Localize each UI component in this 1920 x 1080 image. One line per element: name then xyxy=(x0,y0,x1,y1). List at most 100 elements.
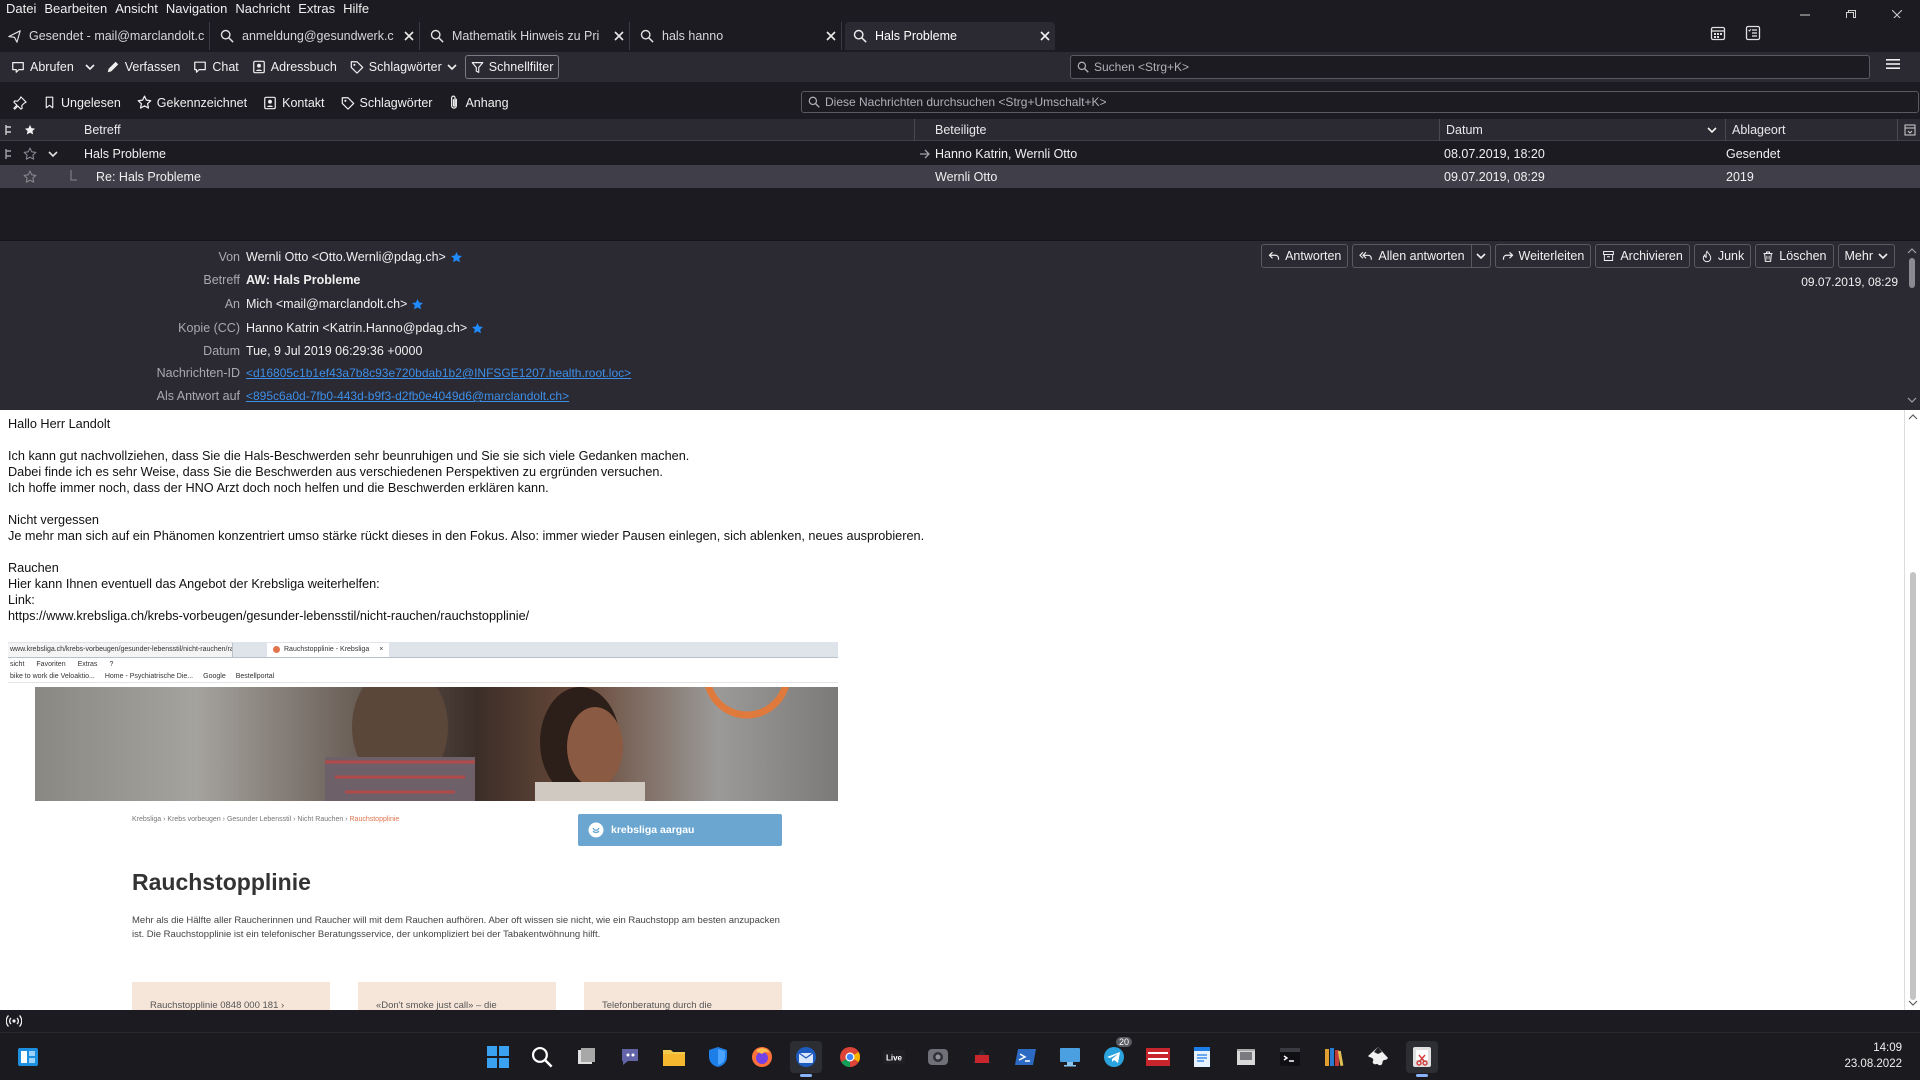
archive-app-button[interactable] xyxy=(1230,1041,1262,1073)
menu-extras[interactable]: Extras xyxy=(296,0,341,18)
menu-hilfe[interactable]: Hilfe xyxy=(341,0,375,18)
filter-contact-button[interactable]: Kontakt xyxy=(258,91,329,115)
thread-column-toggle[interactable] xyxy=(4,119,22,141)
menu-datei[interactable]: Datei xyxy=(4,0,42,18)
header-cc-label: Kopie (CC) xyxy=(178,321,240,335)
camera-app-button[interactable] xyxy=(922,1041,954,1073)
thunderbird-icon xyxy=(796,1047,816,1067)
body-link[interactable]: https://www.krebsliga.ch/krebs-vorbeugen… xyxy=(8,608,924,624)
thread-row-selected[interactable]: Re: Hals Probleme Wernli Otto 09.07.2019… xyxy=(0,165,1920,188)
widgets-button[interactable] xyxy=(12,1041,44,1073)
terminal-button[interactable] xyxy=(1274,1041,1306,1073)
tab-search-anmeldung[interactable]: anmeldung@gesundwerk.c xyxy=(212,22,420,50)
star-icon[interactable] xyxy=(450,251,463,264)
telegram-button[interactable]: 20 xyxy=(1098,1037,1133,1073)
tab-search-hals-probleme[interactable]: Hals Probleme xyxy=(845,22,1055,50)
menu-bearbeiten[interactable]: Bearbeiten xyxy=(42,0,113,18)
task-view-icon xyxy=(578,1048,595,1064)
quick-filter-search-input[interactable]: Diese Nachrichten durchsuchen <Strg+Umsc… xyxy=(801,91,1919,113)
menu-ansicht[interactable]: Ansicht xyxy=(113,0,164,18)
books-app-button[interactable] xyxy=(1318,1041,1350,1073)
forward-button[interactable]: Weiterleiten xyxy=(1494,244,1592,268)
thunderbird-button[interactable] xyxy=(790,1041,822,1077)
reply-all-button[interactable]: Allen antworten xyxy=(1352,244,1472,268)
tab-label: Mathematik Hinweis zu Pri xyxy=(452,29,600,43)
quick-filter-search-placeholder: Diese Nachrichten durchsuchen <Strg+Umsc… xyxy=(825,95,1107,109)
tab-close-button[interactable] xyxy=(821,26,841,46)
notepad-app-button[interactable] xyxy=(1186,1041,1218,1073)
live-app-button[interactable]: Live xyxy=(878,1041,910,1073)
app-menu-button[interactable] xyxy=(1885,57,1901,71)
thread-twisty[interactable] xyxy=(48,142,66,165)
embedded-fav: Google xyxy=(203,672,226,680)
star-toggle[interactable] xyxy=(23,165,41,188)
column-subject[interactable]: Betreff xyxy=(44,119,914,141)
star-column-header[interactable] xyxy=(24,119,42,141)
header-to-value[interactable]: Mich <mail@marclandolt.ch> xyxy=(246,297,424,311)
header-scrollbar[interactable] xyxy=(1904,244,1920,406)
column-location[interactable]: Ablageort xyxy=(1725,119,1897,141)
body-scrollbar[interactable] xyxy=(1904,410,1920,1010)
firefox-button[interactable] xyxy=(746,1041,778,1073)
reply-button[interactable]: Antworten xyxy=(1261,244,1349,268)
task-view-button[interactable] xyxy=(570,1041,602,1073)
system-clock[interactable]: 14:09 23.08.2022 xyxy=(1844,1040,1902,1072)
snipping-tool-button[interactable] xyxy=(1406,1041,1438,1077)
column-correspondents[interactable]: Beteiligte xyxy=(914,119,1439,141)
column-date[interactable]: Datum xyxy=(1439,119,1725,141)
online-status-icon[interactable] xyxy=(6,1014,22,1028)
star-icon[interactable] xyxy=(471,322,484,335)
tab-search-hals-hanno[interactable]: hals hanno xyxy=(632,22,842,50)
column-picker-button[interactable] xyxy=(1897,119,1920,141)
chat-button[interactable]: Chat xyxy=(188,55,243,79)
star-icon[interactable] xyxy=(411,298,424,311)
filter-unread-button[interactable]: Ungelesen xyxy=(38,91,126,115)
menu-navigation[interactable]: Navigation xyxy=(164,0,233,18)
chrome-button[interactable] xyxy=(834,1041,866,1073)
get-messages-button[interactable]: Abrufen xyxy=(6,55,79,79)
file-explorer-button[interactable] xyxy=(658,1041,690,1073)
inkscape-button[interactable] xyxy=(1362,1041,1394,1073)
more-button[interactable]: Mehr xyxy=(1837,244,1895,268)
krebsliga-favicon xyxy=(273,646,280,653)
tab-close-button[interactable] xyxy=(1035,26,1055,46)
calendar-button[interactable] xyxy=(1710,25,1726,41)
filter-tags-button[interactable]: Schlagwörter xyxy=(336,91,438,115)
junk-button[interactable]: Junk xyxy=(1693,244,1752,268)
red-app-button[interactable] xyxy=(966,1041,998,1073)
defender-button[interactable] xyxy=(702,1041,734,1073)
tab-close-button[interactable] xyxy=(609,26,629,46)
menu-nachricht[interactable]: Nachricht xyxy=(233,0,296,18)
tab-sent[interactable]: Gesendet - mail@marclandolt.c xyxy=(0,22,210,50)
star-outline-icon xyxy=(23,147,37,160)
powershell-button[interactable] xyxy=(1010,1041,1042,1073)
in-reply-to-link[interactable]: <895c6a0d-7fb0-443d-b9f3-d2fb0e4049d6@ma… xyxy=(246,389,569,403)
reply-all-icon xyxy=(1359,251,1373,260)
start-button[interactable] xyxy=(482,1041,514,1073)
voice-app-button[interactable] xyxy=(1142,1041,1174,1073)
thread-row[interactable]: Hals Probleme Hanno Katrin, Wernli Otto … xyxy=(0,142,1920,165)
quick-filter-toggle[interactable]: Schnellfilter xyxy=(464,55,560,79)
star-toggle[interactable] xyxy=(23,142,41,165)
filter-attachment-button[interactable]: Anhang xyxy=(443,91,513,115)
get-messages-dropdown[interactable] xyxy=(82,55,98,79)
header-from-value[interactable]: Wernli Otto <Otto.Wernli@pdag.ch> xyxy=(246,250,463,264)
tags-button[interactable]: Schlagwörter xyxy=(345,55,462,79)
tab-search-mathematik[interactable]: Mathematik Hinweis zu Pri xyxy=(422,22,630,50)
filter-starred-button[interactable]: Gekennzeichnet xyxy=(132,91,252,115)
taskbar-search-button[interactable] xyxy=(526,1041,558,1073)
embedded-tab-title: Rauchstopplinie - Krebsliga xyxy=(284,646,370,653)
message-id-link[interactable]: <d16805c1b1ef43a7b8c93e720bdab1b2@INFSGE… xyxy=(246,366,631,380)
tab-close-button[interactable] xyxy=(399,26,419,46)
teams-chat-button[interactable] xyxy=(614,1041,646,1073)
address-book-button[interactable]: Adressbuch xyxy=(247,55,342,79)
global-search-input[interactable]: Suchen <Strg+K> xyxy=(1070,55,1870,79)
sticky-filter-button[interactable] xyxy=(8,91,32,115)
remote-desktop-button[interactable] xyxy=(1054,1041,1086,1073)
reply-all-dropdown[interactable] xyxy=(1471,244,1491,268)
write-button[interactable]: Verfassen xyxy=(101,55,186,79)
archive-button[interactable]: Archivieren xyxy=(1595,244,1690,268)
delete-button[interactable]: Löschen xyxy=(1755,244,1834,268)
tasks-button[interactable] xyxy=(1745,25,1761,41)
header-cc-value[interactable]: Hanno Katrin <Katrin.Hanno@pdag.ch> xyxy=(246,321,484,335)
